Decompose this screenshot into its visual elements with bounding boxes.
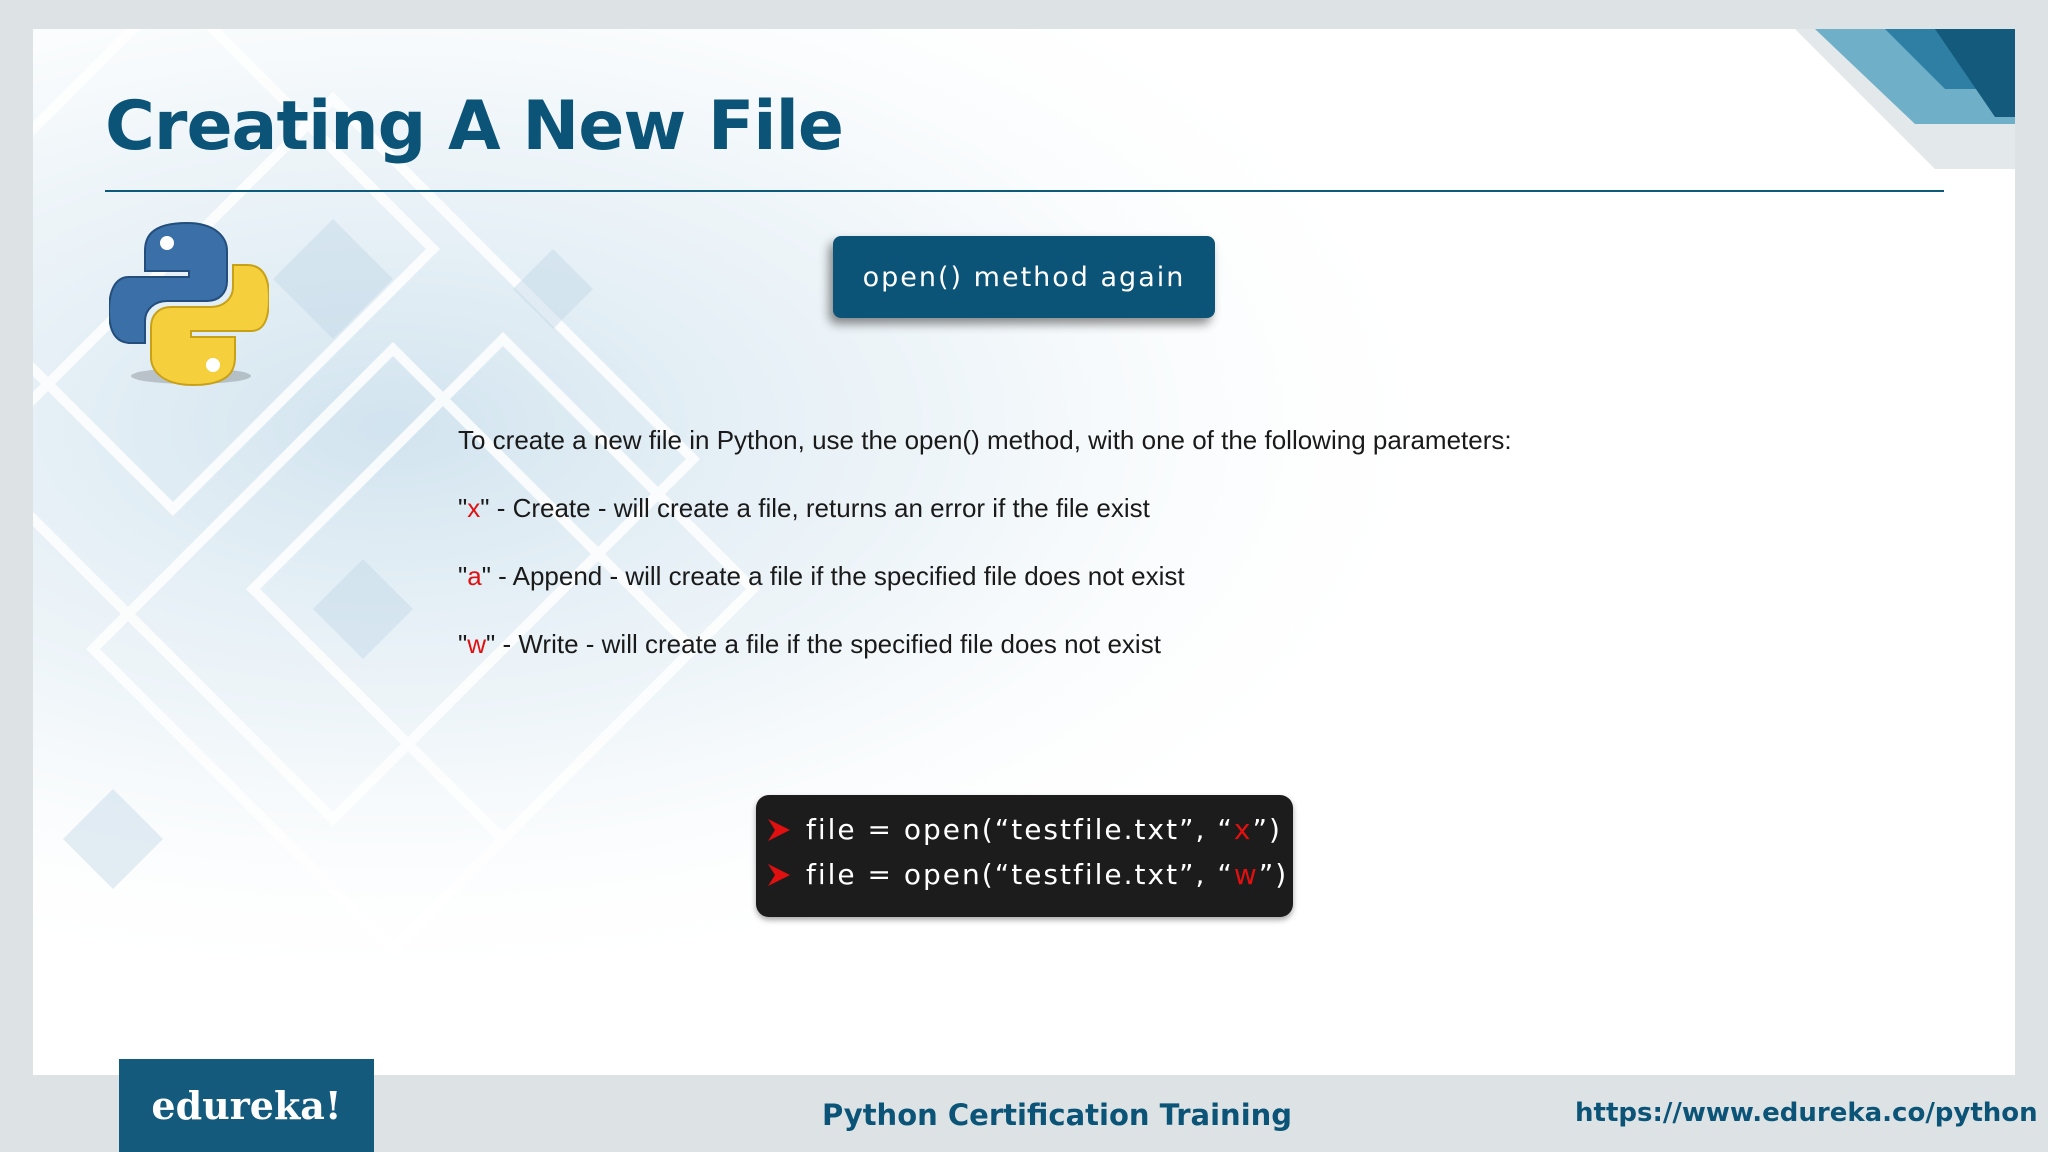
corner-decoration (1795, 29, 2015, 169)
param-a-row: "a" - Append - will create a file if the… (458, 561, 1185, 592)
slide: Creating A New File open() method again … (33, 29, 2015, 1075)
param-quote: " (458, 561, 468, 591)
param-letter: a (467, 561, 482, 591)
intro-text: To create a new file in Python, use the … (458, 425, 1512, 455)
param-quote: " (486, 629, 496, 659)
code-mode: x (1233, 813, 1253, 846)
course-url: https://www.edureka.co/python (1575, 1098, 2038, 1128)
param-description: - Append - will create a file if the spe… (490, 561, 1185, 591)
param-quote: " (481, 561, 491, 591)
param-w-row: "w" - Write - will create a file if the … (458, 629, 1161, 660)
slide-title: Creating A New File (105, 87, 844, 166)
course-title: Python Certification Training (822, 1098, 1293, 1132)
edureka-logo: edureka! (119, 1059, 374, 1152)
code-suffix: ”) (1252, 813, 1282, 846)
open-method-badge: open() method again (833, 236, 1215, 318)
code-suffix: ”) (1258, 858, 1289, 891)
background-pattern (33, 29, 2015, 1075)
code-prefix: file = open(“testfile.txt”, “ (806, 813, 1234, 846)
param-quote: " (458, 493, 468, 523)
code-example-box: file = open(“testfile.txt”, “x”) file = … (756, 795, 1293, 917)
python-logo-icon (109, 221, 269, 387)
title-divider (105, 190, 1944, 192)
param-x-row: "x" - Create - will create a file, retur… (458, 493, 1150, 524)
code-line: file = open(“testfile.txt”, “w”) (768, 858, 1288, 891)
param-letter: x (467, 493, 481, 523)
param-letter: w (467, 629, 487, 659)
code-mode: w (1233, 858, 1259, 891)
param-description: - Create - will create a file, returns a… (489, 493, 1150, 523)
param-quote: " (458, 629, 468, 659)
code-line: file = open(“testfile.txt”, “x”) (768, 813, 1282, 846)
arrow-bullet-icon (768, 818, 790, 841)
code-prefix: file = open(“testfile.txt”, “ (806, 858, 1234, 891)
param-description: - Write - will create a file if the spec… (495, 629, 1161, 659)
arrow-bullet-icon (768, 863, 790, 886)
